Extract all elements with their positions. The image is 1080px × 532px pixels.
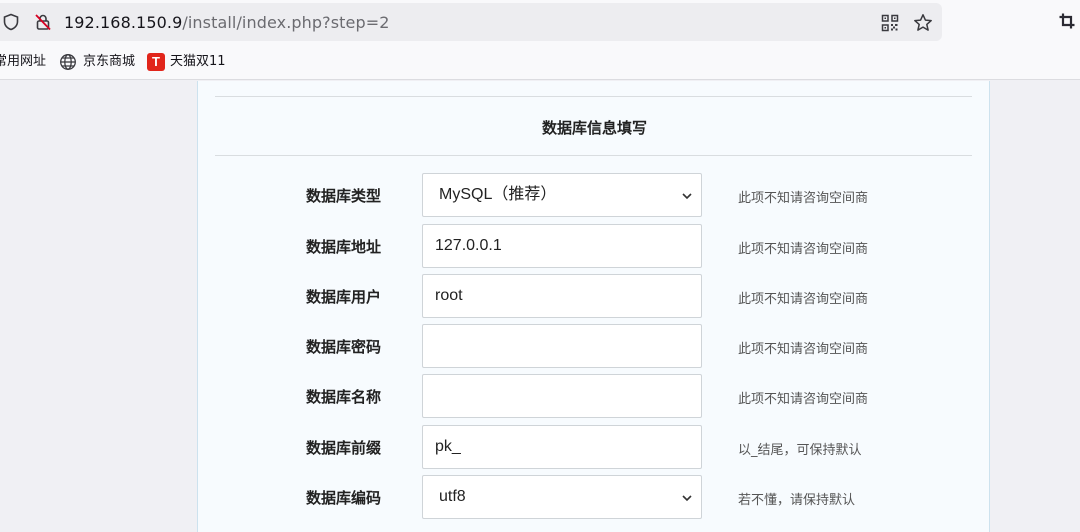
divider bbox=[215, 96, 972, 97]
db-user-label: 数据库用户 bbox=[306, 288, 382, 306]
db-prefix-hint: 以_结尾，可保持默认 bbox=[738, 443, 862, 458]
db-name-label: 数据库名称 bbox=[306, 388, 382, 406]
section-title: 数据库信息填写 bbox=[541, 119, 647, 137]
shield-icon[interactable] bbox=[2, 13, 20, 31]
globe-icon bbox=[60, 54, 76, 70]
tmall-logo-icon: T bbox=[147, 53, 165, 71]
db-type-selected-value: MySQL（推荐） bbox=[439, 186, 557, 203]
db-name-input[interactable] bbox=[422, 374, 702, 418]
url-text[interactable]: 192.168.150.9/install/index.php?step=2 bbox=[64, 13, 390, 33]
db-prefix-input[interactable]: pk_ bbox=[422, 425, 702, 469]
db-user-input[interactable]: root bbox=[422, 274, 702, 318]
db-charset-select[interactable]: utf8 bbox=[422, 475, 702, 519]
form-row-db-host: 数据库地址 127.0.0.1 此项不知请咨询空间商 bbox=[198, 224, 991, 268]
url-path: /install/index.php?step=2 bbox=[182, 13, 390, 32]
db-password-hint: 此项不知请咨询空间商 bbox=[738, 342, 869, 357]
bookmark-tmall[interactable]: T 天猫双11 bbox=[147, 50, 226, 74]
db-password-label: 数据库密码 bbox=[306, 338, 382, 356]
form-row-db-user: 数据库用户 root 此项不知请咨询空间商 bbox=[198, 274, 991, 318]
bookmark-label: 京东商城 bbox=[83, 54, 136, 69]
db-host-input[interactable]: 127.0.0.1 bbox=[422, 224, 702, 268]
db-type-select[interactable]: MySQL（推荐） bbox=[422, 173, 702, 217]
form-row-db-type: 数据库类型 MySQL（推荐） 此项不知请咨询空间商 bbox=[198, 173, 991, 217]
url-host: 192.168.150.9 bbox=[64, 13, 183, 32]
db-type-label: 数据库类型 bbox=[306, 187, 382, 205]
db-host-hint: 此项不知请咨询空间商 bbox=[738, 242, 869, 257]
db-name-hint: 此项不知请咨询空间商 bbox=[738, 392, 869, 407]
bookmark-label: 常用网址 bbox=[0, 54, 47, 69]
chevron-down-icon bbox=[682, 193, 692, 200]
form-row-db-password: 数据库密码 此项不知请咨询空间商 bbox=[198, 324, 991, 368]
bookmark-common-sites[interactable]: 常用网址 bbox=[0, 50, 46, 74]
db-password-input[interactable] bbox=[422, 324, 702, 368]
chevron-down-icon bbox=[682, 495, 692, 502]
db-prefix-label: 数据库前缀 bbox=[306, 439, 382, 457]
db-charset-label: 数据库编码 bbox=[306, 489, 382, 507]
db-host-label: 数据库地址 bbox=[306, 238, 382, 256]
bookmark-jd[interactable]: 京东商城 bbox=[59, 50, 135, 74]
db-user-hint: 此项不知请咨询空间商 bbox=[738, 292, 869, 307]
db-charset-selected-value: utf8 bbox=[439, 488, 466, 505]
bookmark-label: 天猫双11 bbox=[170, 54, 226, 69]
browser-chrome: 192.168.150.9/install/index.php?step=2 常… bbox=[0, 0, 1080, 80]
bookmark-star-icon[interactable] bbox=[913, 13, 933, 33]
db-charset-hint: 若不懂，请保持默认 bbox=[738, 493, 856, 508]
screenshot-crop-icon[interactable] bbox=[1058, 12, 1076, 30]
address-bar[interactable]: 192.168.150.9/install/index.php?step=2 bbox=[0, 3, 942, 41]
form-row-db-prefix: 数据库前缀 pk_ 以_结尾，可保持默认 bbox=[198, 425, 991, 469]
install-panel: 数据库信息填写 数据库类型 MySQL（推荐） 此项不知请咨询空间商 数据库地址… bbox=[197, 81, 990, 532]
divider bbox=[215, 155, 972, 156]
db-type-hint: 此项不知请咨询空间商 bbox=[738, 191, 869, 206]
qr-code-icon[interactable] bbox=[881, 14, 899, 32]
insecure-lock-icon[interactable] bbox=[34, 13, 52, 31]
form-row-db-name: 数据库名称 此项不知请咨询空间商 bbox=[198, 374, 991, 418]
form-row-db-charset: 数据库编码 utf8 若不懂，请保持默认 bbox=[198, 475, 991, 519]
